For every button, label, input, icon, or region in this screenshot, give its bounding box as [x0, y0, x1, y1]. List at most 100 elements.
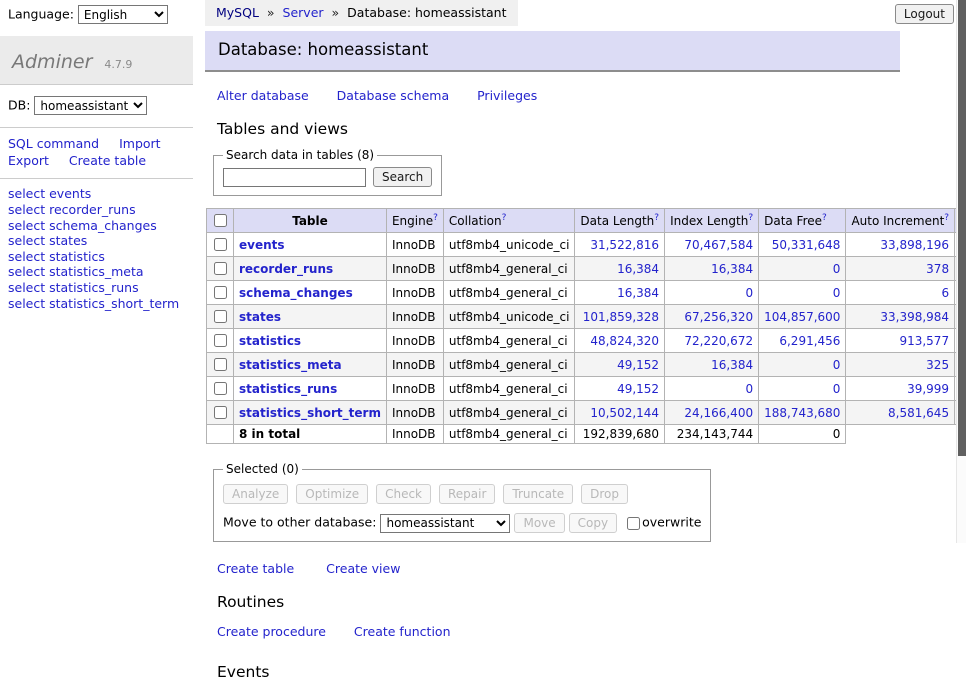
data-free-link[interactable]: 0 [833, 382, 841, 396]
data-length-link[interactable]: 49,152 [617, 358, 659, 372]
index-length-link[interactable]: 16,384 [711, 358, 753, 372]
create-function-link[interactable]: Create function [354, 624, 451, 639]
table-link[interactable]: recorder_runs [239, 262, 333, 276]
auto-increment-link[interactable]: 8,581,645 [888, 406, 949, 420]
row-checkbox[interactable] [214, 358, 227, 371]
move-button[interactable]: Move [514, 513, 564, 533]
data-length-link[interactable]: 101,859,328 [583, 310, 659, 324]
table-header-row: Table Engine? Collation? Data Length? In… [207, 209, 966, 233]
auto-increment-link[interactable]: 913,577 [899, 334, 949, 348]
auto-increment-link[interactable]: 378 [926, 262, 949, 276]
row-checkbox[interactable] [214, 334, 227, 347]
sql-command-link[interactable]: SQL command [8, 136, 99, 151]
data-free-link[interactable]: 104,857,600 [764, 310, 840, 324]
help-icon[interactable]: ? [822, 213, 827, 223]
search-button[interactable]: Search [373, 167, 432, 187]
create-table-link-main[interactable]: Create table [217, 561, 294, 576]
index-length-link[interactable]: 67,256,320 [684, 310, 753, 324]
auto-increment-link[interactable]: 6 [941, 286, 949, 300]
create-procedure-link[interactable]: Create procedure [217, 624, 326, 639]
sidebar-select-link[interactable]: select statistics_short_term [8, 296, 185, 312]
data-free-link[interactable]: 6,291,456 [779, 334, 840, 348]
optimize-button[interactable]: Optimize [296, 484, 368, 504]
sidebar-select-link[interactable]: select statistics [8, 249, 185, 265]
move-db-select[interactable]: homeassistant [380, 514, 510, 533]
data-length-link[interactable]: 16,384 [617, 262, 659, 276]
copy-button[interactable]: Copy [569, 513, 617, 533]
row-checkbox[interactable] [214, 286, 227, 299]
overwrite-checkbox[interactable] [627, 517, 640, 530]
row-checkbox[interactable] [214, 238, 227, 251]
sidebar-actions: SQL command Import Export Create table [0, 127, 193, 178]
auto-increment-link[interactable]: 33,398,984 [880, 310, 949, 324]
table-link[interactable]: statistics [239, 334, 301, 348]
help-icon[interactable]: ? [502, 213, 507, 223]
data-free-link[interactable]: 0 [833, 286, 841, 300]
database-schema-link[interactable]: Database schema [337, 88, 449, 103]
truncate-button[interactable]: Truncate [503, 484, 573, 504]
row-checkbox[interactable] [214, 262, 227, 275]
table-link[interactable]: statistics_meta [239, 358, 342, 372]
data-free-link[interactable]: 0 [833, 262, 841, 276]
select-all-checkbox[interactable] [214, 214, 227, 227]
create-table-link[interactable]: Create table [69, 153, 146, 168]
data-length-link[interactable]: 49,152 [617, 382, 659, 396]
auto-increment-link[interactable]: 325 [926, 358, 949, 372]
analyze-button[interactable]: Analyze [223, 484, 288, 504]
index-length-link[interactable]: 16,384 [711, 262, 753, 276]
col-auto-increment: Auto Increment? [846, 209, 955, 233]
breadcrumb-mysql-link[interactable]: MySQL [216, 5, 259, 20]
help-icon[interactable]: ? [944, 213, 949, 223]
table-link[interactable]: statistics_short_term [239, 406, 381, 420]
data-free-link[interactable]: 188,743,680 [764, 406, 840, 420]
data-free-link[interactable]: 50,331,648 [772, 238, 841, 252]
import-link[interactable]: Import [119, 136, 161, 151]
check-button[interactable]: Check [376, 484, 431, 504]
help-icon[interactable]: ? [433, 213, 438, 223]
sidebar-select-link[interactable]: select schema_changes [8, 218, 185, 234]
sidebar-select-link[interactable]: select statistics_meta [8, 265, 185, 281]
index-length-link[interactable]: 24,166,400 [684, 406, 753, 420]
search-fieldset: Search data in tables (8) Search [213, 148, 442, 196]
breadcrumb-server-link[interactable]: Server [283, 5, 324, 20]
scrollbar-thumb[interactable] [958, 0, 966, 456]
sidebar-select-link[interactable]: select recorder_runs [8, 202, 185, 218]
sidebar-select-link[interactable]: select statistics_runs [8, 281, 185, 297]
db-select[interactable]: homeassistant [34, 96, 147, 115]
create-view-link[interactable]: Create view [326, 561, 400, 576]
col-table: Table [234, 209, 387, 233]
table-link[interactable]: statistics_runs [239, 382, 337, 396]
table-link[interactable]: events [239, 238, 285, 252]
row-checkbox[interactable] [214, 310, 227, 323]
data-free-link[interactable]: 0 [833, 358, 841, 372]
help-icon[interactable]: ? [654, 213, 659, 223]
table-link[interactable]: states [239, 310, 281, 324]
data-length-link[interactable]: 48,824,320 [590, 334, 659, 348]
page-scrollbar[interactable] [956, 0, 966, 543]
export-link[interactable]: Export [8, 153, 49, 168]
language-select[interactable]: English [78, 5, 168, 24]
row-checkbox[interactable] [214, 406, 227, 419]
data-length-link[interactable]: 31,522,816 [590, 238, 659, 252]
table-link[interactable]: schema_changes [239, 286, 353, 300]
index-length-link[interactable]: 0 [745, 286, 753, 300]
app-name[interactable]: Adminer [12, 51, 92, 73]
drop-button[interactable]: Drop [581, 484, 628, 504]
data-length-link[interactable]: 16,384 [617, 286, 659, 300]
index-length-link[interactable]: 72,220,672 [684, 334, 753, 348]
sidebar-select-link[interactable]: select states [8, 234, 185, 250]
alter-database-link[interactable]: Alter database [217, 88, 309, 103]
privileges-link[interactable]: Privileges [477, 88, 537, 103]
index-length-link[interactable]: 0 [745, 382, 753, 396]
index-length-link[interactable]: 70,467,584 [684, 238, 753, 252]
data-length-link[interactable]: 10,502,144 [590, 406, 659, 420]
help-icon[interactable]: ? [748, 213, 753, 223]
auto-increment-link[interactable]: 39,999 [907, 382, 949, 396]
row-checkbox[interactable] [214, 382, 227, 395]
logout-button[interactable]: Logout [895, 4, 954, 24]
breadcrumb-separator: » [332, 5, 340, 20]
search-input[interactable] [223, 168, 366, 187]
sidebar-select-link[interactable]: select events [8, 187, 185, 203]
repair-button[interactable]: Repair [439, 484, 495, 504]
auto-increment-link[interactable]: 33,898,196 [880, 238, 949, 252]
